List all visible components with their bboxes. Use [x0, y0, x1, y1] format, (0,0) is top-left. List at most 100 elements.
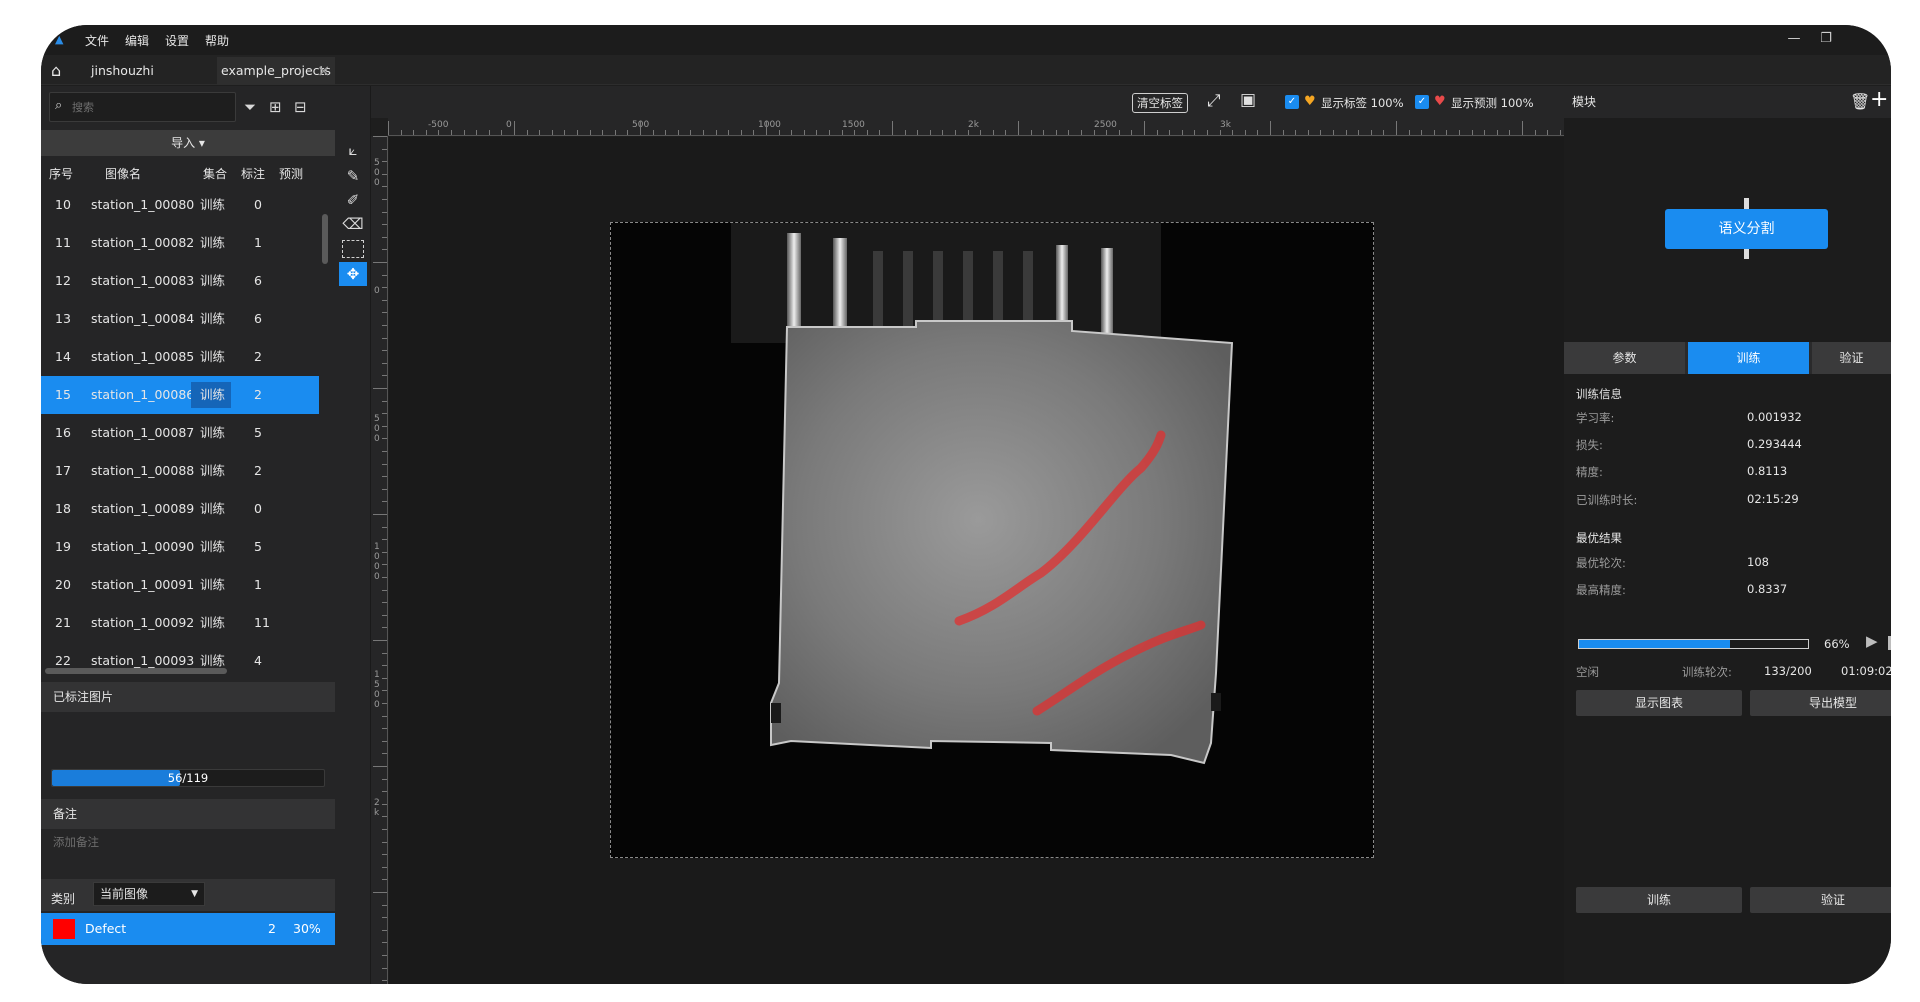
table-row[interactable]: 10 station_1_00080 训练 0	[41, 186, 319, 224]
remark-input[interactable]: 添加备注	[53, 834, 99, 850]
ruler-tick	[1484, 130, 1486, 135]
table-row[interactable]: 13 station_1_00084 训练 6	[41, 300, 319, 338]
ruler-tick	[854, 130, 856, 135]
ruler-tick	[1131, 130, 1133, 135]
close-icon[interactable]: ×	[317, 57, 330, 85]
row-image-name: station_1_00091	[91, 577, 195, 592]
play-icon[interactable]: ▶	[1866, 632, 1878, 650]
ruler-tick	[514, 121, 515, 135]
collapse-icon[interactable]: ⊟	[294, 98, 307, 116]
ruler-tick	[438, 130, 440, 135]
show-chart-button[interactable]: 显示图表	[1576, 690, 1742, 716]
horizontal-scrollbar[interactable]	[45, 668, 227, 674]
ruler-tick	[382, 677, 387, 679]
show-preds-checkbox[interactable]: ✓	[1415, 95, 1429, 109]
menu-file[interactable]: 文件	[85, 32, 109, 49]
table-row[interactable]: 22 station_1_00093 训练 4	[41, 642, 319, 680]
ruler-tick-label: 5 0 0	[374, 414, 380, 444]
ruler-tick	[382, 199, 387, 200]
ruler-tick	[551, 130, 553, 135]
home-icon[interactable]: ⌂	[51, 61, 61, 80]
ruler-tick	[1534, 130, 1536, 135]
brush-tool-icon[interactable]: ✎	[339, 164, 367, 188]
search-input[interactable]	[72, 97, 230, 117]
import-button[interactable]: 导入 ▾	[41, 130, 335, 156]
ruler-tick	[917, 130, 919, 135]
ruler-tick	[382, 274, 387, 276]
ruler-tick-label: 1500	[842, 120, 865, 130]
pen-tool-icon[interactable]: ✐	[339, 188, 367, 212]
ruler-tick	[866, 130, 868, 135]
vertical-scrollbar[interactable]	[322, 214, 328, 264]
tab-params[interactable]: 参数	[1564, 342, 1685, 374]
ruler-tick-label: -500	[428, 120, 449, 130]
ruler-tick	[476, 130, 478, 135]
tab-train[interactable]: 训练	[1688, 342, 1809, 374]
col-index[interactable]: 序号	[49, 165, 73, 182]
tab-example-projects[interactable]: example_projects ×	[217, 57, 335, 85]
image-add-icon[interactable]: ▣	[1240, 90, 1256, 110]
class-row-defect[interactable]: Defect 2 30%	[41, 913, 335, 945]
table-row[interactable]: 12 station_1_00083 训练 6	[41, 262, 319, 300]
polygon-tool-icon[interactable]: ⟀	[339, 138, 367, 162]
menu-help[interactable]: 帮助	[205, 32, 229, 49]
ruler-tick	[1093, 130, 1095, 135]
table-row[interactable]: 11 station_1_00082 训练 1	[41, 224, 319, 262]
col-set[interactable]: 集合	[203, 165, 227, 182]
validate-button[interactable]: 验证	[1750, 887, 1891, 913]
semantic-segmentation-module[interactable]: 语义分割	[1665, 209, 1828, 249]
table-row[interactable]: 15 station_1_00086 训练 2	[41, 376, 319, 414]
ruler-tick	[382, 287, 387, 289]
col-name[interactable]: 图像名	[105, 165, 141, 182]
add-icon[interactable]: +	[1870, 84, 1888, 116]
tab-validate[interactable]: 验证	[1812, 342, 1891, 374]
ruler-tick	[501, 130, 503, 135]
train-button[interactable]: 训练	[1576, 887, 1742, 913]
table-row[interactable]: 20 station_1_00091 训练 1	[41, 566, 319, 604]
minimize-icon[interactable]: —	[1784, 29, 1804, 49]
table-row[interactable]: 21 station_1_00092 训练 11	[41, 604, 319, 642]
clear-labels-button[interactable]: 清空标签	[1132, 93, 1188, 113]
row-label-count: 6	[254, 311, 262, 326]
row-set: 训练	[200, 539, 226, 554]
col-preds[interactable]: 预测	[279, 165, 303, 182]
ruler-tick	[382, 904, 387, 906]
table-row[interactable]: 14 station_1_00085 训练 2	[41, 338, 319, 376]
category-select-value: 当前图像	[100, 887, 149, 901]
move-tool-icon[interactable]: ✥	[339, 262, 367, 286]
table-row[interactable]: 19 station_1_00090 训练 5	[41, 528, 319, 566]
show-labels-checkbox[interactable]: ✓	[1285, 95, 1299, 109]
ruler-tick	[1370, 130, 1372, 135]
menu-edit[interactable]: 编辑	[125, 32, 149, 49]
grid-view-icon[interactable]: ⊞	[269, 98, 282, 116]
restore-icon[interactable]: ❐	[1816, 29, 1836, 49]
ruler-tick	[382, 942, 387, 944]
ruler-tick	[690, 130, 692, 135]
eraser-tool-icon[interactable]: ⌫	[339, 212, 367, 236]
stop-icon[interactable]	[1888, 636, 1891, 650]
rect-select-tool-icon[interactable]	[342, 240, 364, 258]
ruler-tick	[1396, 121, 1397, 135]
tab-bar: ⌂ jinshouzhi × example_projects ×	[41, 55, 1891, 85]
category-select[interactable]: 当前图像 ▼	[93, 882, 205, 906]
ruler-tick	[373, 766, 387, 767]
class-color-swatch[interactable]	[53, 919, 75, 939]
ruler-tick	[382, 967, 387, 969]
best-epoch-label: 最优轮次:	[1576, 556, 1626, 570]
ruler-tick	[382, 539, 387, 541]
ruler-tick	[1043, 130, 1045, 135]
labeled-images-header: 已标注图片	[41, 682, 335, 712]
module-connector-top	[1744, 198, 1749, 209]
table-row[interactable]: 16 station_1_00087 训练 5	[41, 414, 319, 452]
ruler-tick	[382, 803, 387, 805]
filter-icon[interactable]: ⏷	[244, 98, 256, 116]
ruler-tick	[703, 130, 704, 135]
table-row[interactable]: 17 station_1_00088 训练 2	[41, 452, 319, 490]
export-model-button[interactable]: 导出模型	[1750, 690, 1891, 716]
menu-settings[interactable]: 设置	[165, 32, 189, 49]
fit-view-icon[interactable]: ⤢	[1207, 91, 1221, 111]
image-frame[interactable]	[610, 222, 1374, 858]
delete-icon[interactable]: 🗑	[1850, 86, 1870, 118]
table-row[interactable]: 18 station_1_00089 训练 0	[41, 490, 319, 528]
col-labels[interactable]: 标注	[241, 165, 265, 182]
